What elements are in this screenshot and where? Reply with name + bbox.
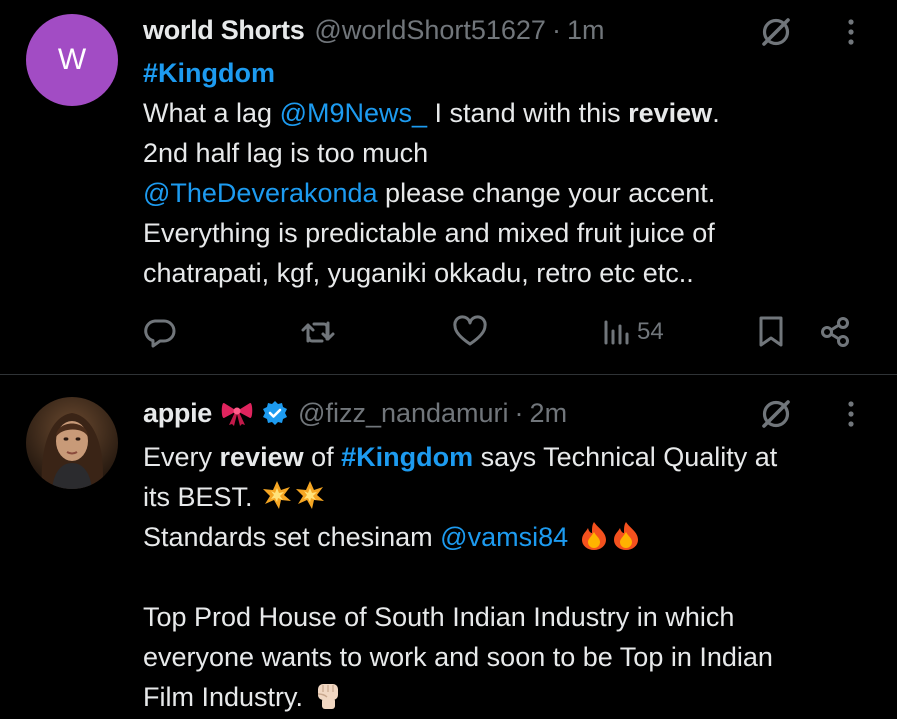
text-segment: Everything is predictable and mixed frui… [143, 218, 715, 248]
text-segment: . [712, 98, 720, 128]
view-count: 54 [637, 318, 664, 345]
text-segment: Film Industry. [143, 682, 304, 712]
collision-icon [262, 480, 328, 510]
tweet-text: Every review of #Kingdom says Technical … [143, 437, 777, 717]
grok-icon[interactable] [758, 14, 794, 50]
tweet-card[interactable]: appie @fizz_nandamuri · 2m Every review … [0, 375, 897, 719]
text-segment: please change your accent. [377, 178, 716, 208]
views-button[interactable]: 54 [603, 310, 664, 354]
share-button[interactable] [819, 310, 853, 354]
user-handle[interactable]: @fizz_nandamuri [298, 398, 509, 429]
views-icon [604, 320, 629, 345]
ribbon-bow-icon [220, 399, 254, 427]
user-handle[interactable]: @worldShort51627 [314, 15, 546, 46]
action-bar: 54 [0, 310, 897, 354]
display-name[interactable]: world Shorts [143, 15, 305, 46]
reply-icon [144, 319, 176, 348]
bookmark-icon [759, 316, 783, 347]
text-segment: Top Prod House of South Indian Industry … [143, 602, 735, 632]
verified-badge-icon[interactable] [262, 400, 288, 426]
share-icon [821, 317, 849, 347]
tweet-header: world Shorts @worldShort51627 · 1m [143, 12, 604, 48]
text-segment: of [303, 442, 342, 472]
tweet-card[interactable]: W world Shorts @worldShort51627 · 1m #Ki… [0, 0, 897, 374]
mention-link[interactable]: @TheDeverakonda [143, 178, 378, 208]
tweet-header: appie @fizz_nandamuri · 2m [143, 395, 567, 431]
mention-link[interactable]: @M9News_ [280, 98, 427, 128]
profile-photo [26, 397, 118, 489]
timestamp[interactable]: 2m [530, 398, 568, 429]
text-segment: I stand with this [427, 98, 629, 128]
text-segment: everyone wants to work and soon to be To… [143, 642, 773, 672]
avatar[interactable]: W [26, 14, 118, 106]
text-segment: chatrapati, kgf, yuganiki okkadu, retro … [143, 258, 694, 288]
bold-text: review [219, 442, 304, 472]
display-name[interactable]: appie [143, 398, 212, 429]
retweet-icon [301, 321, 335, 343]
like-button[interactable] [452, 310, 488, 354]
text-segment: Every [143, 442, 220, 472]
hashtag-link[interactable]: #Kingdom [341, 442, 473, 472]
text-segment: 2nd half lag is too much [143, 138, 429, 168]
more-icon[interactable] [841, 396, 861, 432]
separator-dot: · [514, 397, 524, 428]
retweet-button[interactable] [300, 310, 336, 354]
bookmark-button[interactable] [757, 310, 785, 354]
mention-link[interactable]: @vamsi84 [440, 522, 568, 552]
more-icon[interactable] [841, 14, 861, 50]
reply-button[interactable] [143, 310, 177, 354]
avatar-letter: W [57, 43, 87, 76]
like-icon [453, 315, 487, 346]
hashtag-link[interactable]: #Kingdom [143, 58, 275, 88]
raised-fist-icon [313, 680, 343, 710]
separator-dot: · [551, 14, 561, 45]
text-segment: Standards set chesinam [143, 522, 441, 552]
timestamp[interactable]: 1m [567, 15, 605, 46]
fire-icon [578, 520, 642, 550]
bold-text: review [628, 98, 713, 128]
avatar[interactable] [26, 397, 118, 489]
text-segment: its BEST. [143, 482, 253, 512]
tweet-text: #Kingdom What a lag @M9News_ I stand wit… [143, 53, 720, 293]
text-segment: says Technical Quality at [473, 442, 778, 472]
text-segment: What a lag [143, 98, 280, 128]
grok-icon[interactable] [758, 396, 794, 432]
